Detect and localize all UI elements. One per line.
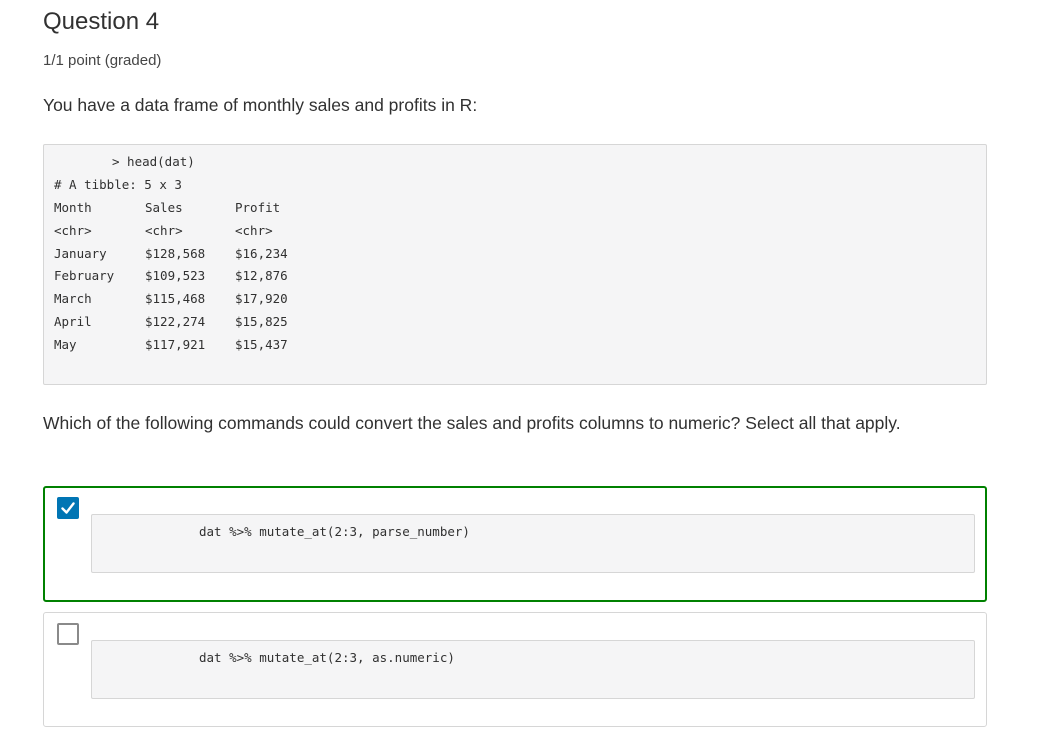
points-status: 1/1 point (graded) xyxy=(43,52,162,69)
table-cell: $115,468 xyxy=(145,291,206,306)
column-type: <chr> xyxy=(145,223,183,238)
table-cell: $117,921 xyxy=(145,337,206,352)
column-header-month: Month xyxy=(54,200,92,215)
table-cell: $15,437 xyxy=(235,337,288,352)
option-2-code-block xyxy=(91,640,975,699)
column-header-sales: Sales xyxy=(145,200,183,215)
column-type: <chr> xyxy=(54,223,92,238)
tibble-header: # A tibble: 5 x 3 xyxy=(54,177,182,192)
table-cell: $122,274 xyxy=(145,314,206,329)
table-cell: March xyxy=(54,291,92,306)
option-2-checkbox[interactable] xyxy=(57,623,79,645)
column-type: <chr> xyxy=(235,223,273,238)
table-cell: $15,825 xyxy=(235,314,288,329)
column-header-profit: Profit xyxy=(235,200,281,215)
table-cell: February xyxy=(54,268,115,283)
table-cell: April xyxy=(54,314,92,329)
question-instruction: Which of the following commands could co… xyxy=(43,413,901,433)
table-cell: $109,523 xyxy=(145,268,206,283)
table-cell: January xyxy=(54,246,107,261)
code-command: > head(dat) xyxy=(112,154,195,169)
table-cell: May xyxy=(54,337,77,352)
table-cell: $128,568 xyxy=(145,246,206,261)
option-1-code: dat %>% mutate_at(2:3, parse_number) xyxy=(199,524,470,539)
option-1-code-block xyxy=(91,514,975,573)
table-cell: $12,876 xyxy=(235,268,288,283)
question-title: Question 4 xyxy=(43,8,160,35)
option-2-code: dat %>% mutate_at(2:3, as.numeric) xyxy=(199,650,455,665)
question-prompt: You have a data frame of monthly sales a… xyxy=(43,95,478,115)
option-1-checkbox[interactable] xyxy=(57,497,79,519)
checkmark-icon xyxy=(61,502,75,514)
table-cell: $17,920 xyxy=(235,291,288,306)
table-cell: $16,234 xyxy=(235,246,288,261)
